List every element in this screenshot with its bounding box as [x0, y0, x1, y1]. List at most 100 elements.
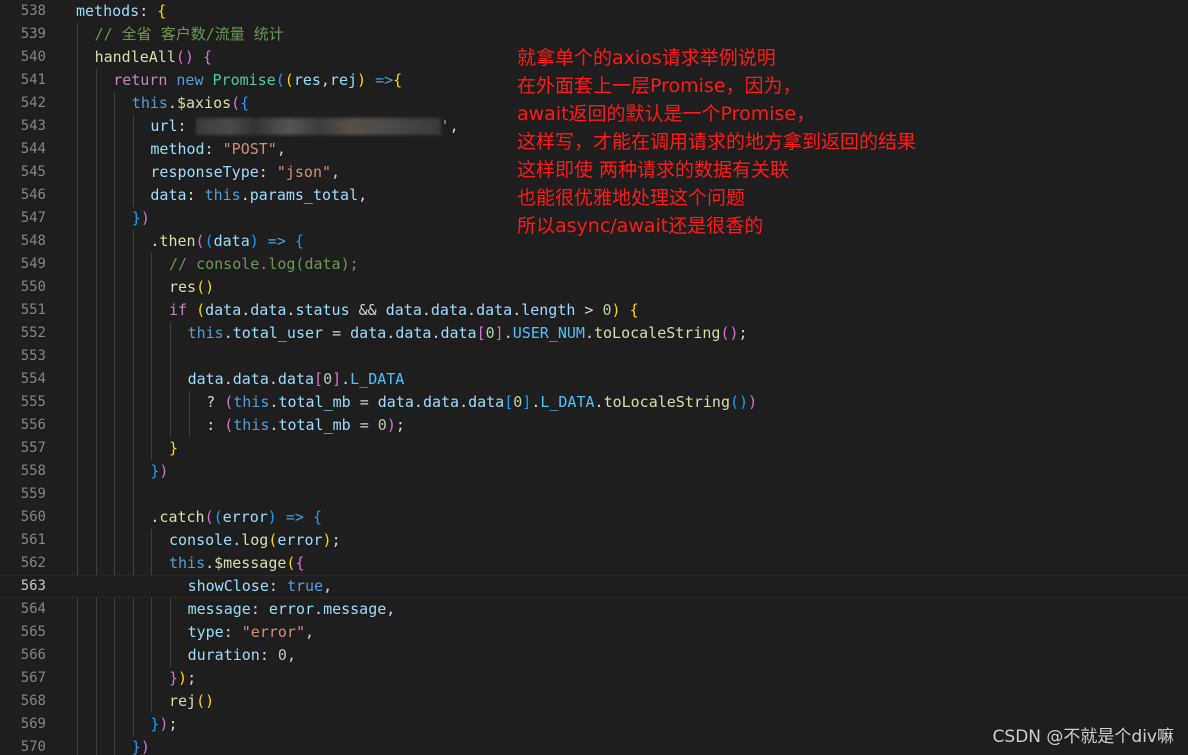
code-line[interactable]: 552 this.total_user = data.data.data[0].U…	[0, 322, 1188, 345]
watermark: CSDN @不就是个div嘛	[992, 727, 1174, 747]
code-line[interactable]: 551 if (data.data.status && data.data.dat…	[0, 299, 1188, 322]
code-token: method	[150, 140, 205, 158]
code-token: if	[169, 301, 188, 319]
code-line[interactable]: 559	[0, 483, 1188, 506]
code-line[interactable]: 553	[0, 345, 1188, 368]
code-token: .	[467, 301, 477, 319]
code-token: data	[232, 370, 269, 388]
code-token: =	[350, 393, 378, 411]
code-line[interactable]: 563 showClose: true,	[0, 575, 1188, 598]
line-number: 543	[20, 118, 46, 134]
code-line[interactable]: 539 // 全省 客户数/流量 统计	[0, 23, 1188, 46]
code-token: status	[295, 301, 350, 319]
code-token: .	[512, 301, 522, 319]
code-token: .	[268, 370, 278, 388]
code-line[interactable]: 556: (this.total_mb = 0);	[0, 414, 1188, 437]
line-number: 556	[20, 417, 46, 433]
code-token: message	[187, 600, 251, 618]
code-token: :	[204, 140, 223, 158]
code-line[interactable]: 567});	[0, 667, 1188, 690]
line-number: 566	[20, 647, 46, 663]
code-token: .	[386, 324, 396, 342]
code-token: }	[131, 738, 141, 755]
code-token: error	[268, 600, 315, 618]
line-number: 545	[20, 164, 46, 180]
code-token: error	[222, 508, 268, 526]
code-token: ;	[331, 531, 341, 549]
code-token: ,	[386, 600, 396, 618]
code-token: res	[293, 71, 321, 89]
code-token: ;	[738, 324, 748, 342]
code-text: duration: 0,	[188, 644, 296, 667]
code-token: 0	[323, 370, 333, 388]
code-token: message	[323, 600, 387, 618]
code-token: :	[186, 186, 205, 204]
line-number: 564	[20, 601, 46, 617]
code-text: this.$axios({	[132, 92, 249, 115]
code-token: )	[267, 508, 277, 526]
code-token: "json"	[276, 163, 332, 181]
code-text: });	[169, 667, 196, 690]
code-token: :	[177, 117, 196, 135]
code-editor[interactable]: 538 methods: {539// 全省 客户数/流量 统计 540 handle…	[0, 0, 1188, 755]
code-line[interactable]: 560 .catch((error) => {	[0, 506, 1188, 529]
code-token: catch	[159, 508, 205, 526]
code-token: data	[395, 324, 432, 342]
code-token: .	[314, 600, 324, 618]
code-text: })	[132, 736, 150, 755]
code-token: .	[531, 393, 541, 411]
code-line[interactable]: 557}	[0, 437, 1188, 460]
code-token: data	[422, 393, 460, 411]
code-line[interactable]: 565 type: "error",	[0, 621, 1188, 644]
code-token: ;	[187, 669, 197, 687]
code-text: console.log(error);	[169, 529, 341, 552]
code-text: // console.log(data);	[169, 253, 359, 276]
code-token: data	[476, 301, 513, 319]
code-token: ()	[175, 48, 194, 66]
code-text: type: "error",	[188, 621, 314, 644]
annotation-line: 就拿单个的axios请求举例说明	[517, 47, 776, 69]
code-token: ()	[196, 278, 215, 296]
code-token: L_DATA	[540, 393, 595, 411]
code-token: (	[204, 508, 214, 526]
code-token: ;	[168, 715, 178, 733]
code-line[interactable]: 568 rej()	[0, 690, 1188, 713]
code-token: {	[629, 301, 639, 319]
annotation-note: 就拿单个的axios请求举例说明 在外面套上一层Promise，因为， awai…	[517, 44, 916, 240]
code-line[interactable]: 554 data.data.data[0].L_DATA	[0, 368, 1188, 391]
code-line[interactable]: 558})	[0, 460, 1188, 483]
code-token: :	[223, 623, 242, 641]
code-line[interactable]: 555? (this.total_mb = data.data.data[0].…	[0, 391, 1188, 414]
code-token: =>	[285, 508, 304, 526]
code-text: this.total_user = data.data.data[0].USER…	[188, 322, 748, 345]
code-token: )	[178, 669, 188, 687]
line-number: 547	[20, 210, 46, 226]
code-line[interactable]: 561 console.log(error);	[0, 529, 1188, 552]
line-number: 560	[20, 509, 46, 525]
code-token: data	[468, 393, 505, 411]
code-line[interactable]: 562 this.$message({	[0, 552, 1188, 575]
code-line[interactable]: 538 methods: {	[0, 0, 1188, 23]
code-token: .	[241, 301, 251, 319]
code-token: then	[159, 232, 196, 250]
code-text: .catch((error) => {	[150, 506, 322, 529]
code-text: .then((data) => {	[150, 230, 304, 253]
code-token: total_mb	[278, 416, 351, 434]
code-text: message: error.message,	[188, 598, 396, 621]
code-token: ]	[522, 393, 532, 411]
code-token: "error"	[241, 623, 305, 641]
code-line[interactable]: 566 duration: 0,	[0, 644, 1188, 667]
code-token: // 全省 客户数/流量 统计	[94, 25, 284, 43]
code-line[interactable]: 549 // console.log(data);	[0, 253, 1188, 276]
line-number: 549	[20, 256, 46, 272]
code-token: error	[277, 531, 323, 549]
line-number: 563	[20, 578, 46, 594]
code-token: data	[350, 324, 387, 342]
code-token: )	[159, 462, 169, 480]
code-token: ,	[276, 140, 286, 158]
code-line[interactable]: 550 res()	[0, 276, 1188, 299]
line-number: 548	[20, 233, 46, 249]
code-text: // 全省 客户数/流量 统计	[95, 23, 284, 46]
code-line[interactable]: 564 message: error.message,	[0, 598, 1188, 621]
